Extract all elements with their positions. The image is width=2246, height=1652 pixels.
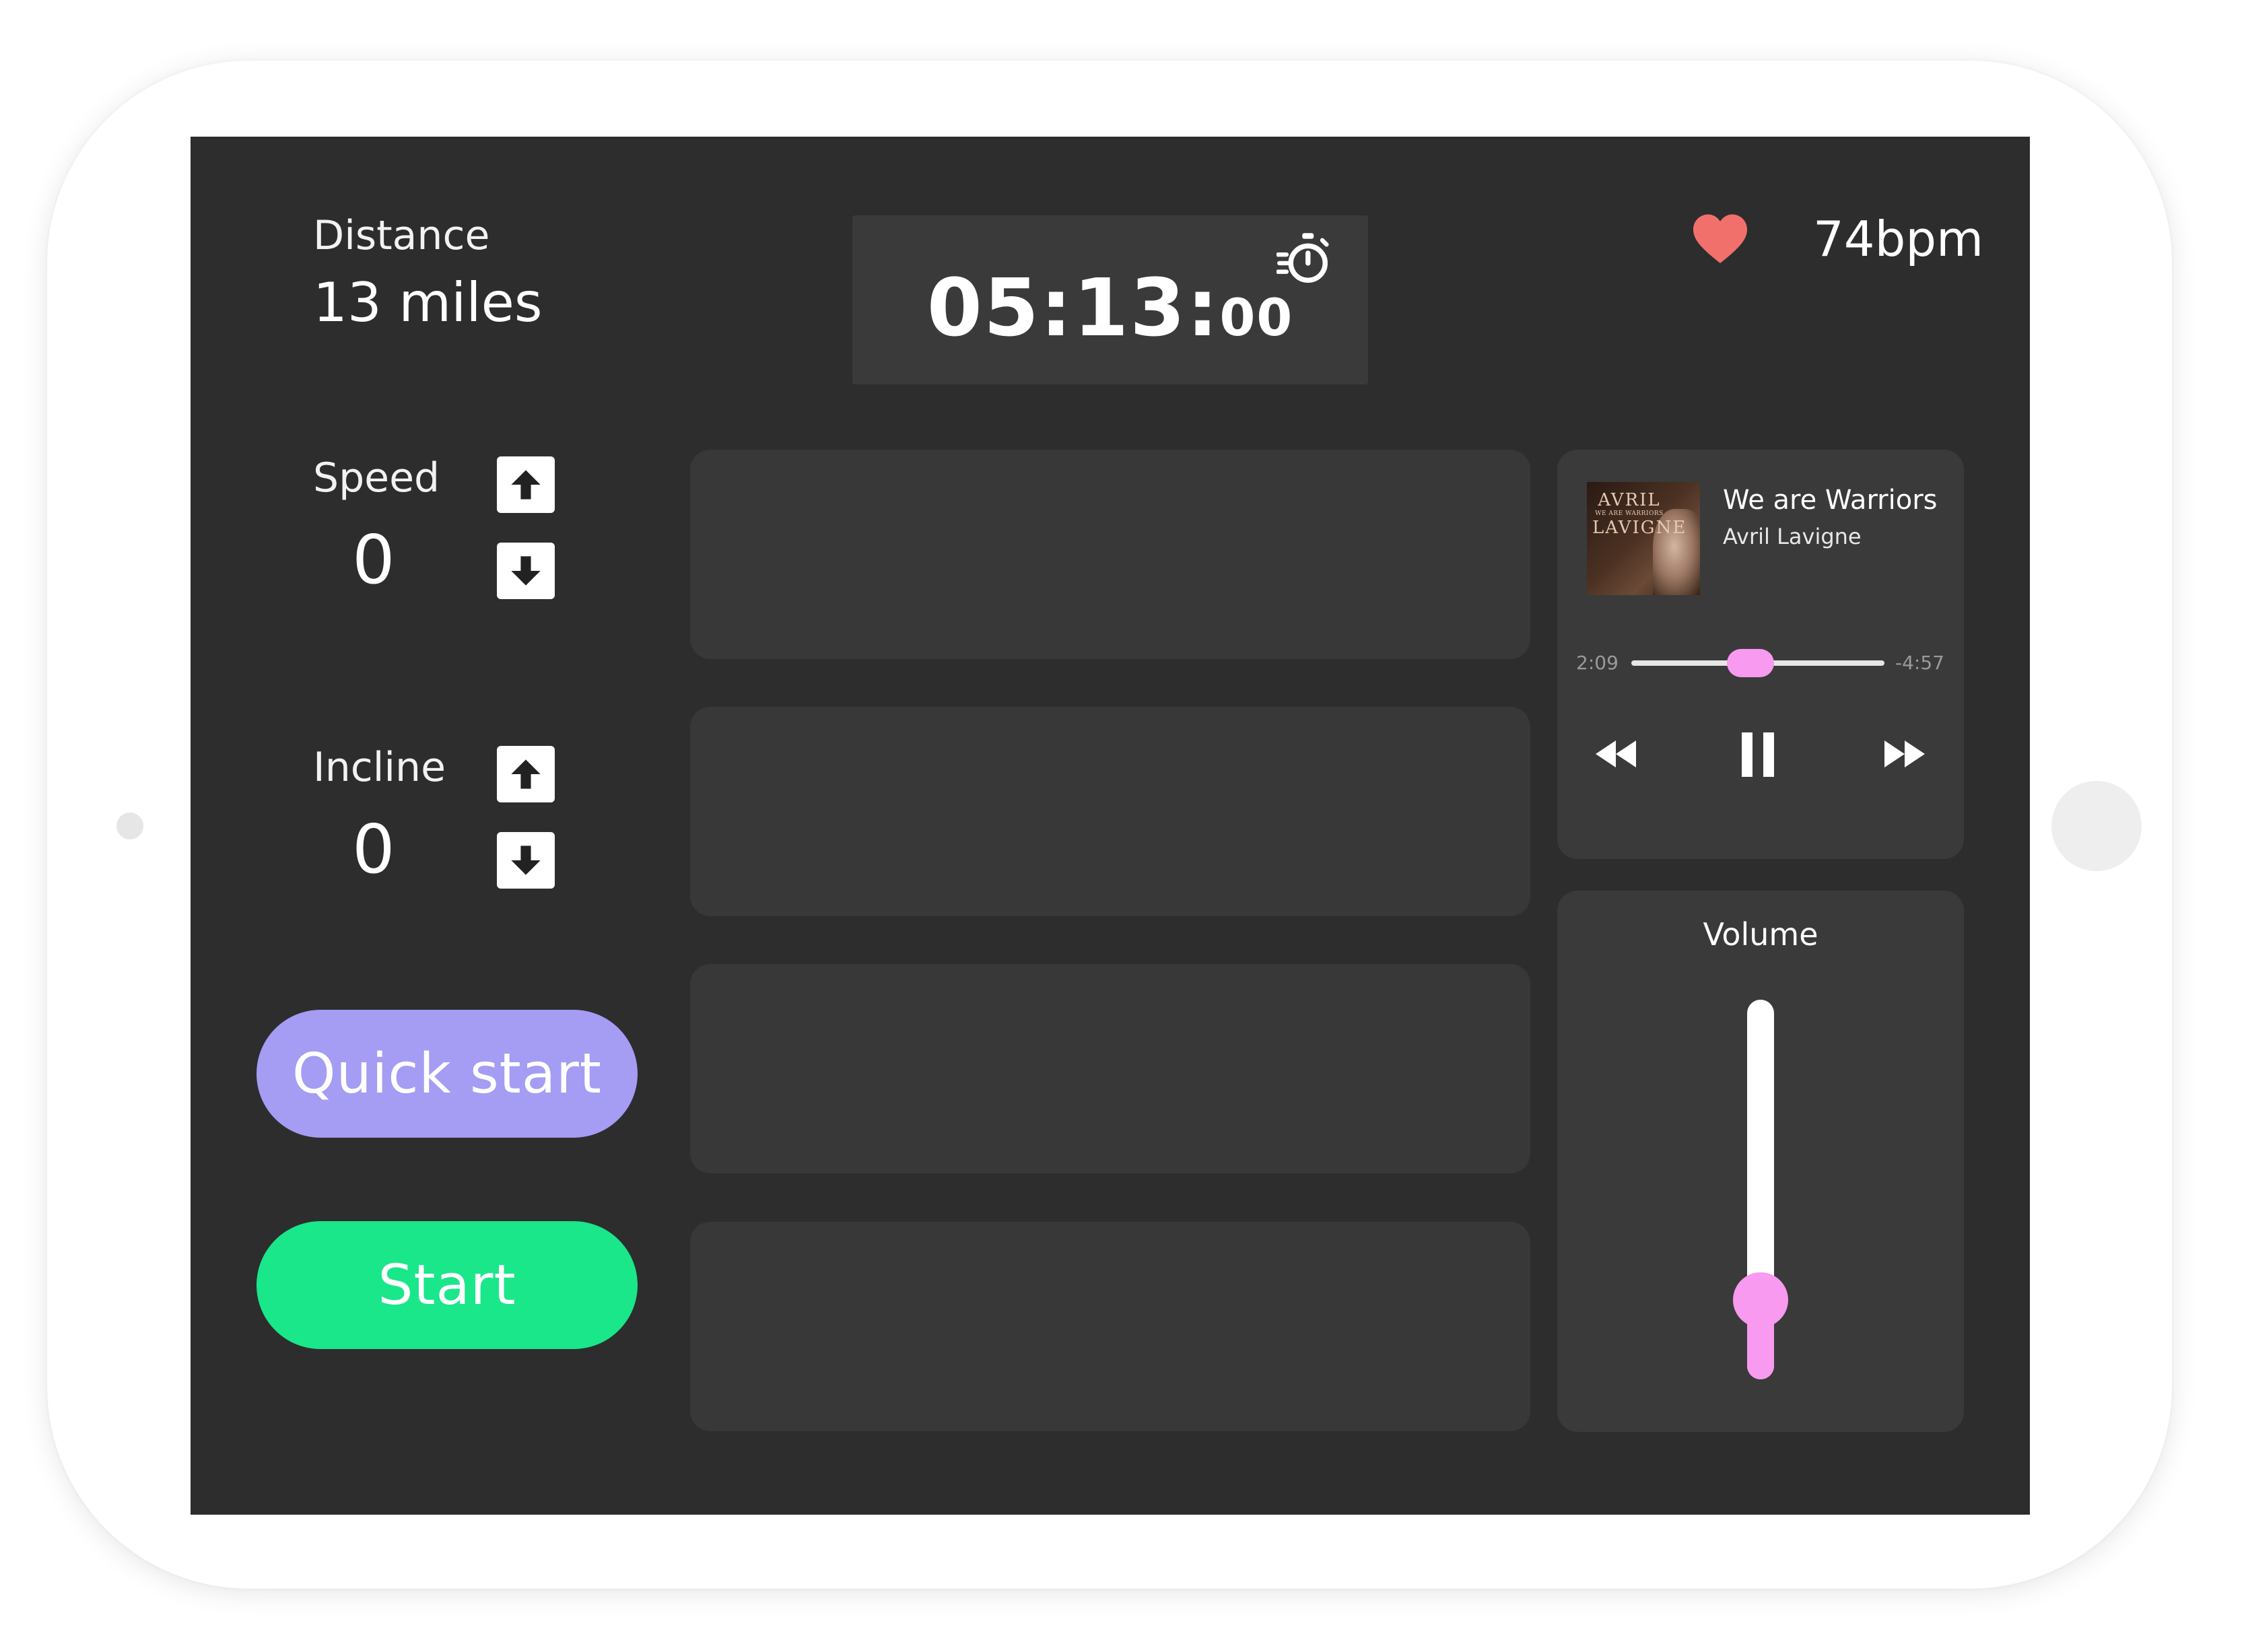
elapsed-time: 2:09: [1576, 652, 1619, 674]
heart-icon: [1693, 214, 1747, 263]
incline-up-button[interactable]: [497, 746, 555, 802]
arrow-down-icon: [511, 556, 541, 586]
album-art-lettering: AVRIL WE ARE WARRIORS LAVIGNE: [1592, 490, 1687, 538]
home-button[interactable]: [2051, 781, 2142, 871]
timer-main-digits: 05:13:: [926, 261, 1220, 354]
incline-value: 0: [352, 810, 395, 889]
song-title: We are Warriors: [1723, 485, 1938, 516]
incline-down-button[interactable]: [497, 832, 555, 889]
treadmill-screen: Distance 13 miles 05:13:00 74bpm Speed 0…: [191, 137, 2030, 1515]
speed-down-button[interactable]: [497, 543, 555, 599]
incline-label: Incline: [313, 744, 446, 791]
arrow-up-icon: [511, 759, 541, 789]
volume-thumb[interactable]: [1733, 1272, 1788, 1328]
volume-panel: Volume: [1557, 891, 1964, 1432]
quick-start-button[interactable]: Quick start: [257, 1010, 638, 1138]
speed-value: 0: [352, 520, 395, 599]
timer-display: 05:13:00: [852, 215, 1368, 384]
workout-card-2[interactable]: [690, 707, 1530, 916]
pause-icon[interactable]: [1739, 731, 1777, 778]
heart-rate-value: 74bpm: [1813, 211, 1984, 267]
arrow-up-icon: [511, 470, 541, 500]
music-player: AVRIL WE ARE WARRIORS LAVIGNE We are War…: [1557, 450, 1964, 859]
song-artist: Avril Lavigne: [1723, 524, 1862, 549]
workout-card-4[interactable]: [690, 1222, 1530, 1431]
stopwatch-icon[interactable]: [1277, 230, 1334, 287]
distance-label: Distance: [313, 212, 490, 259]
album-art-word-1: AVRIL: [1598, 490, 1661, 510]
workout-card-1[interactable]: [690, 450, 1530, 659]
timer-fraction: 00: [1219, 287, 1294, 347]
distance-value: 13 miles: [313, 271, 543, 334]
speed-up-button[interactable]: [497, 456, 555, 513]
start-button[interactable]: Start: [257, 1221, 638, 1349]
progress-thumb[interactable]: [1726, 649, 1774, 677]
arrow-down-icon: [511, 846, 541, 875]
camera-dot: [116, 813, 143, 839]
album-art-word-2: WE ARE WARRIORS: [1595, 510, 1664, 517]
album-art[interactable]: AVRIL WE ARE WARRIORS LAVIGNE: [1587, 482, 1700, 595]
workout-card-3[interactable]: [690, 964, 1530, 1173]
speed-label: Speed: [313, 454, 440, 502]
rewind-icon[interactable]: [1594, 739, 1637, 769]
volume-label: Volume: [1703, 916, 1818, 953]
album-art-word-3: LAVIGNE: [1592, 518, 1687, 538]
fast-forward-icon[interactable]: [1883, 739, 1926, 769]
remaining-time: -4:57: [1895, 652, 1944, 674]
